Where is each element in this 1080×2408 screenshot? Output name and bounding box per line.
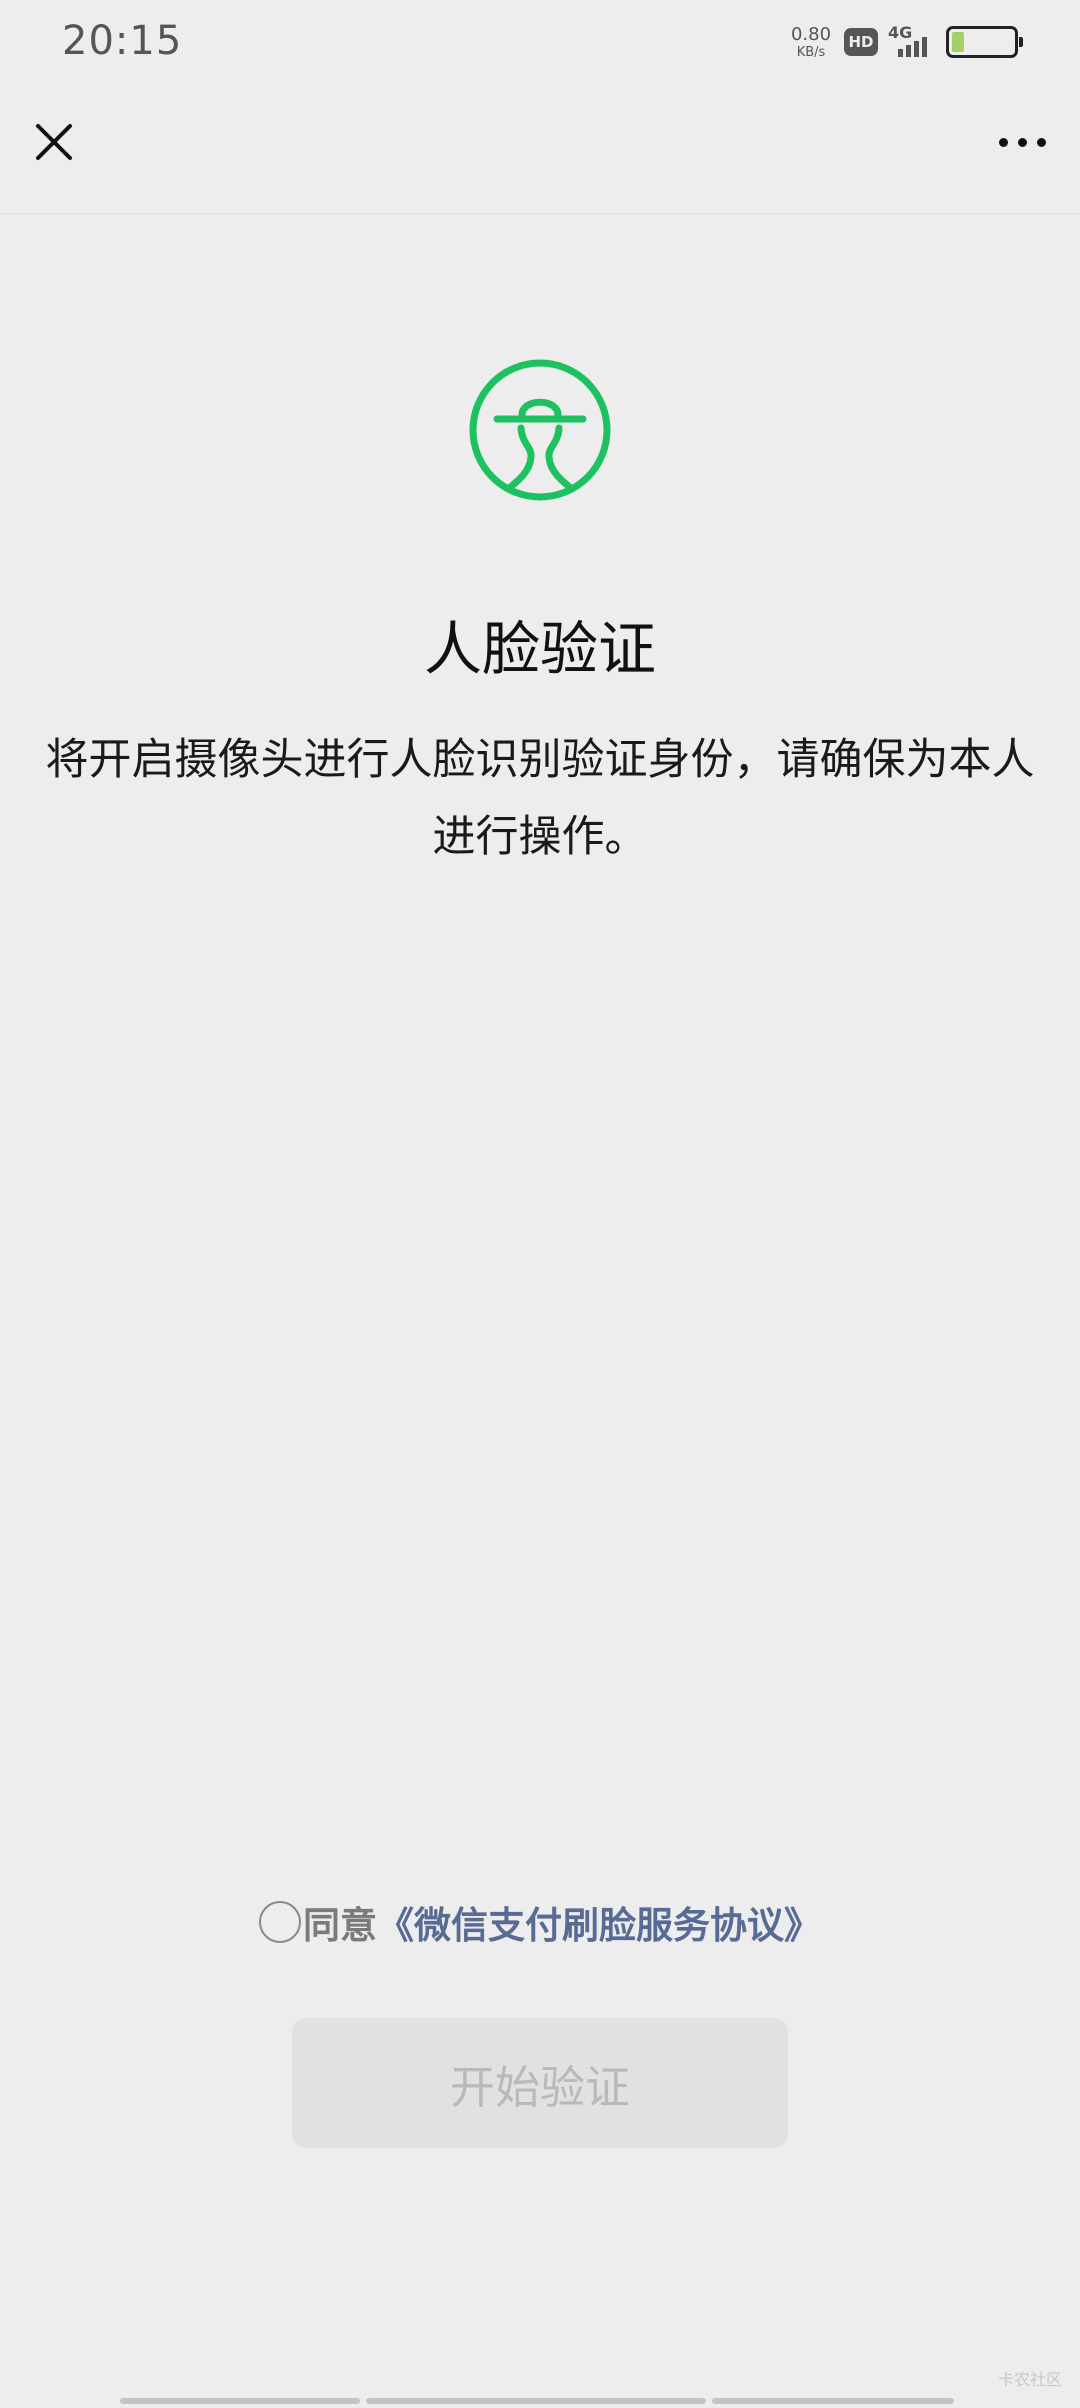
agreement-row: 同意 《微信支付刷脸服务协议》: [0, 1892, 1080, 1952]
status-bar: 20:15 0.80 KB/s HD 4G: [0, 0, 1080, 86]
face-verify-icon: [468, 358, 612, 502]
hd-icon: HD: [844, 28, 878, 56]
top-nav: [0, 86, 1080, 214]
watermark: 卡农社区: [997, 2370, 1062, 2389]
agree-checkbox[interactable]: [259, 1901, 301, 1943]
close-button[interactable]: [26, 114, 82, 170]
more-icon-dot: [998, 137, 1008, 147]
signal-icon: 4G: [888, 23, 936, 59]
more-button[interactable]: [990, 114, 1054, 170]
agree-label: 同意: [303, 1904, 377, 1947]
signal-bars: [898, 37, 927, 57]
page-title: 人脸验证: [423, 615, 656, 683]
agreement-link[interactable]: 《微信支付刷脸服务协议》: [377, 1895, 821, 1949]
bottom-gesture-bar: [120, 2398, 960, 2404]
face-verify-page: 20:15 0.80 KB/s HD 4G 人脸验证 将开启摄像头进行人脸识别验…: [0, 0, 1080, 2408]
network-speed-value: 0.80: [790, 23, 832, 45]
more-icon-dot: [1036, 137, 1046, 147]
close-icon: [36, 124, 72, 160]
network-speed: 0.80 KB/s: [788, 23, 834, 60]
start-verify-button[interactable]: 开始验证: [292, 2018, 788, 2148]
status-time: 20:15: [62, 18, 183, 64]
more-icon-dot: [1017, 137, 1027, 147]
page-description: 将开启摄像头进行人脸识别验证身份，请确保为本人进行操作。: [45, 735, 1035, 862]
status-icons: 0.80 KB/s HD 4G: [788, 22, 1023, 62]
battery-icon: [946, 26, 1023, 58]
battery-fill: [952, 32, 964, 52]
network-speed-unit: KB/s: [796, 44, 826, 60]
